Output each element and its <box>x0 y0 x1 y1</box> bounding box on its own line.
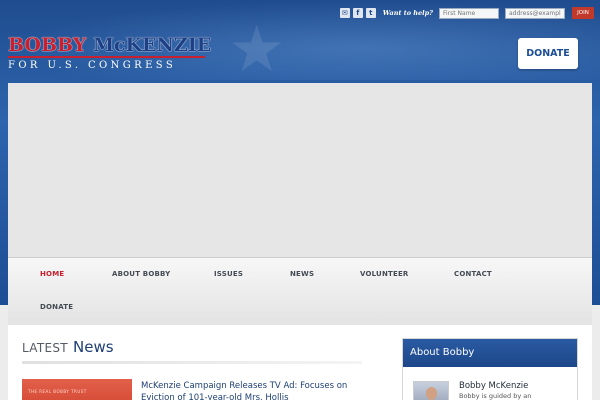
want-to-help-label: Want to help? <box>382 9 433 17</box>
candidate-photo <box>413 381 449 400</box>
logo-divider <box>8 56 205 58</box>
news-word: News <box>73 338 114 356</box>
email-icon[interactable]: ✉ <box>339 8 350 18</box>
email-input[interactable] <box>505 7 565 19</box>
nav-item-home[interactable]: HOME <box>40 270 64 278</box>
flag-star-decoration: ★ <box>228 13 286 87</box>
nav-item-contact[interactable]: CONTACT <box>454 270 492 278</box>
nav-item-volunteer[interactable]: VOLUNTEER <box>360 270 409 278</box>
nav-item-about-bobby[interactable]: ABOUT BOBBY <box>112 270 170 278</box>
main-content: LATEST News THE REAL BOBBY TRUST McKenzi… <box>8 325 592 400</box>
facebook-icon[interactable]: f <box>352 8 363 18</box>
donate-button[interactable]: DONATE <box>518 38 578 69</box>
nav-item-news[interactable]: NEWS <box>290 270 314 278</box>
news-thumbnail-caption: THE REAL BOBBY TRUST <box>28 389 87 394</box>
site-logo[interactable]: BOBBY McKENZIE FOR U.S. CONGRESS <box>8 34 212 72</box>
top-utility-bar: ✉ f t Want to help? JOIN <box>339 6 594 20</box>
latest-news-heading: LATEST News <box>22 337 114 356</box>
logo-first-name: BOBBY <box>8 34 87 56</box>
logo-last-name: McKENZIE <box>92 34 212 56</box>
candidate-face <box>426 387 437 400</box>
logo-subtitle: FOR U.S. CONGRESS <box>8 60 177 71</box>
hero-slider <box>8 83 592 257</box>
news-article-title[interactable]: McKenzie Campaign Releases TV Ad: Focuse… <box>141 380 371 400</box>
nav-item-issues[interactable]: ISSUES <box>214 270 243 278</box>
candidate-name[interactable]: Bobby McKenzie <box>459 381 528 391</box>
latest-word: LATEST <box>22 341 68 355</box>
join-button[interactable]: JOIN <box>572 7 594 19</box>
first-name-input[interactable] <box>439 7 499 19</box>
twitter-icon[interactable]: t <box>365 8 376 18</box>
nav-item-donate[interactable]: DONATE <box>40 303 73 311</box>
candidate-bio-snippet: Bobby is guided by an <box>459 392 532 400</box>
logo-wordmark: BOBBY McKENZIE <box>8 34 212 56</box>
about-bobby-widget: About Bobby Bobby McKenzie Bobby is guid… <box>402 338 578 400</box>
heading-underline <box>22 361 362 364</box>
news-thumbnail[interactable]: THE REAL BOBBY TRUST <box>22 379 132 400</box>
main-navigation: HOME ABOUT BOBBY ISSUES NEWS VOLUNTEER C… <box>8 257 592 325</box>
about-widget-title: About Bobby <box>403 339 577 367</box>
